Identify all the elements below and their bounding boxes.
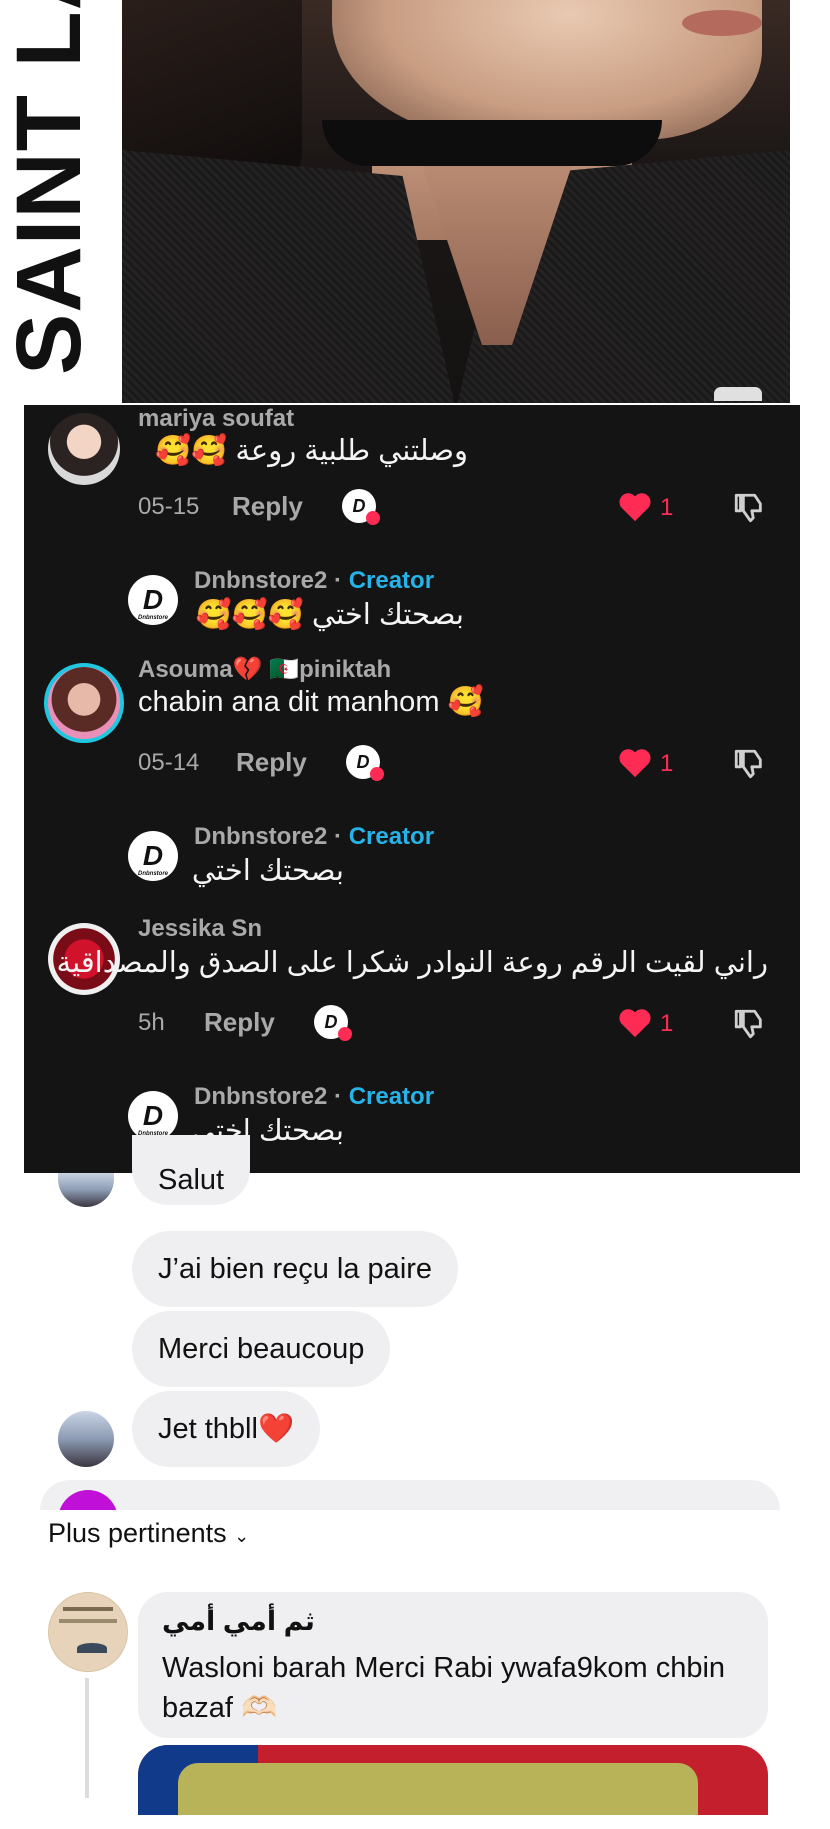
avatar[interactable] — [48, 413, 120, 485]
reply-text: بصحتك اختي 🥰🥰🥰 — [195, 599, 464, 631]
messenger-chat: Salut J’ai bien reçu la paire Merci beau… — [0, 1135, 830, 1510]
creator-liked-icon: D — [342, 489, 380, 525]
sort-dropdown[interactable]: Plus pertinents ⌄ — [48, 1518, 249, 1549]
message-bubble[interactable]: Salut — [132, 1135, 251, 1205]
reply-button[interactable]: Reply — [204, 1007, 275, 1038]
creator-avatar[interactable]: D Dnbnstore — [128, 575, 178, 625]
comment-author[interactable]: Jessika Sn — [138, 915, 262, 943]
dislike-icon[interactable] — [732, 1007, 766, 1041]
comment-text: وصلتني طلبية روعة 🥰🥰 — [155, 435, 468, 467]
creator-avatar[interactable]: D Dnbnstore — [128, 831, 178, 881]
creator-name[interactable]: Dnbnstore2 · Creator — [194, 1083, 434, 1111]
comment-date: 5h — [138, 1009, 165, 1036]
thread-line — [85, 1678, 89, 1798]
comment-text: chabin ana dit manhom 🥰 — [138, 686, 484, 718]
like-count: 1 — [660, 1010, 674, 1037]
dislike-icon[interactable] — [732, 747, 766, 781]
heart-icon[interactable] — [618, 1007, 652, 1039]
product-photo — [122, 0, 790, 403]
avatar[interactable] — [48, 1592, 128, 1672]
avatar[interactable] — [44, 663, 124, 743]
dislike-icon[interactable] — [732, 491, 766, 525]
reply-button[interactable]: Reply — [236, 747, 307, 778]
comment-date: 05-15 — [138, 493, 200, 520]
comment-date: 05-14 — [138, 749, 200, 776]
comment-panel: mariya soufat وصلتني طلبية روعة 🥰🥰 05-15… — [24, 405, 800, 1173]
message-bubble[interactable]: J’ai bien reçu la paire — [132, 1231, 459, 1307]
brand-text: SAINT LA — [0, 0, 100, 375]
like-count: 1 — [660, 494, 674, 521]
comment-author[interactable]: Asouma💔 🇩🇿piniktah — [138, 655, 391, 684]
reply-text: بصحتك اختي — [191, 855, 344, 887]
reply-button[interactable]: Reply — [232, 491, 303, 522]
comment-author[interactable]: ثم أمي أمي — [162, 1606, 315, 1637]
comment-text: راني لقيت الرقم روعة النوادر شكرا على ال… — [56, 947, 768, 979]
heart-icon[interactable] — [618, 747, 652, 779]
comment-bubble[interactable]: ثم أمي أمي Wasloni barah Merci Rabi ywaf… — [138, 1592, 768, 1738]
chevron-down-icon: ⌄ — [234, 1526, 250, 1546]
creator-liked-icon: D — [346, 745, 384, 781]
heart-icon[interactable] — [618, 491, 652, 523]
creator-avatar[interactable]: D Dnbnstore — [128, 1091, 178, 1141]
sender-avatar[interactable] — [58, 1411, 114, 1467]
like-count: 1 — [660, 750, 674, 777]
comment-text: Wasloni barah Merci Rabi ywafa9kom chbin… — [162, 1652, 726, 1724]
comment-image[interactable] — [138, 1745, 768, 1815]
message-bubble[interactable]: Merci beaucoup — [132, 1311, 391, 1387]
creator-name[interactable]: Dnbnstore2 · Creator — [194, 823, 434, 851]
sender-avatar[interactable] — [58, 1173, 114, 1207]
comment-author[interactable]: mariya soufat — [138, 405, 294, 433]
product-photo-section: SAINT LA — [0, 0, 830, 405]
creator-name[interactable]: Dnbnstore2 · Creator — [194, 567, 434, 595]
message-bubble[interactable]: Jet thbll❤️ — [132, 1391, 321, 1467]
creator-liked-icon: D — [314, 1005, 352, 1041]
